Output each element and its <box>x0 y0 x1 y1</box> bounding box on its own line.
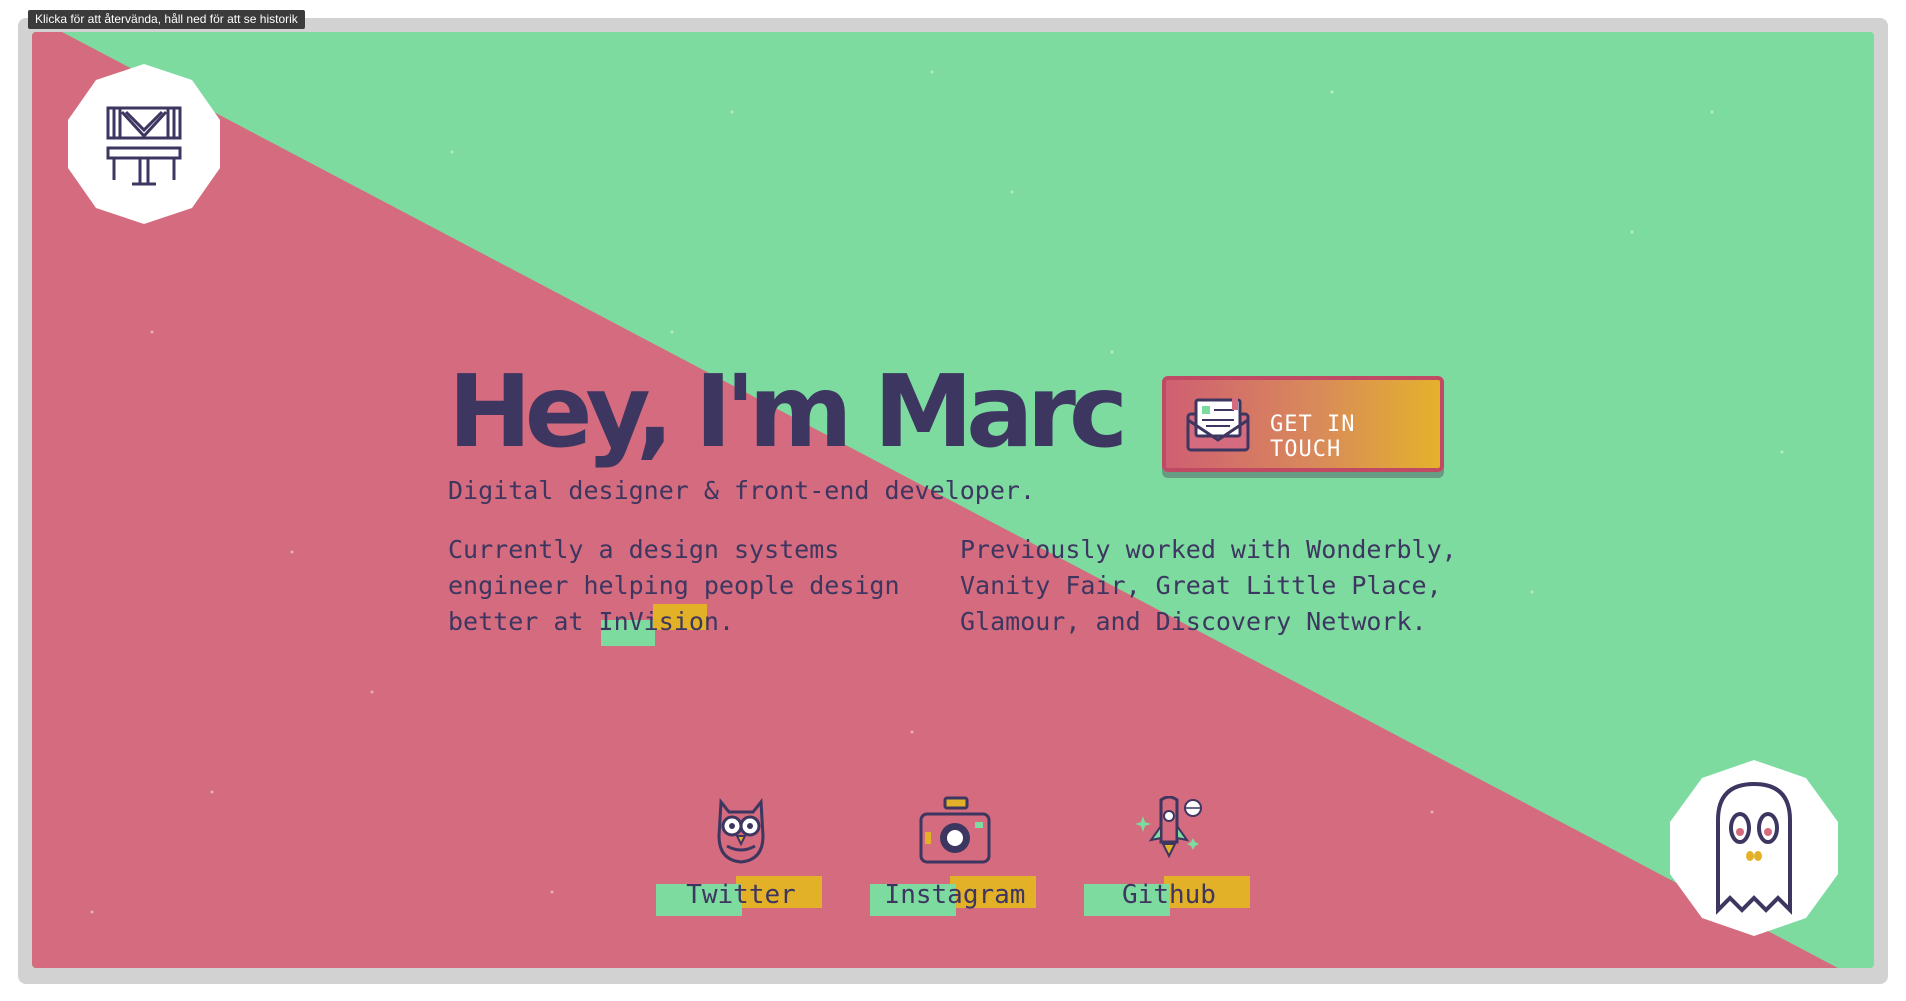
ghost-icon <box>1670 760 1838 936</box>
envelope-icon <box>1186 398 1250 452</box>
owl-icon <box>717 798 765 864</box>
company-name: InVision <box>598 607 719 636</box>
ghost-badge[interactable] <box>1666 760 1842 936</box>
current-role-end: . <box>718 607 734 636</box>
github-link[interactable]: Github <box>1084 796 1254 916</box>
github-label: Github <box>1122 880 1216 910</box>
instagram-link[interactable]: Instagram <box>870 796 1040 916</box>
rocket-icon <box>1135 796 1202 859</box>
twitter-label: Twitter <box>686 880 796 910</box>
twitter-link[interactable]: Twitter <box>656 796 826 916</box>
page-title: Hey, I'm Marc <box>448 353 1128 470</box>
camera-icon <box>919 796 991 864</box>
current-role: Currently a design systems engineer help… <box>448 532 908 646</box>
company-link[interactable]: InVision <box>598 604 719 646</box>
logo-badge[interactable] <box>64 64 224 224</box>
tagline: Digital designer & front-end developer. <box>448 476 1035 505</box>
tooltip: Klicka för att återvända, håll ned för a… <box>28 10 305 29</box>
logo-icon <box>68 64 220 224</box>
get-in-touch-button[interactable]: GET IN TOUCH <box>1162 376 1444 472</box>
instagram-label: Instagram <box>884 880 1026 910</box>
get-in-touch-label: GET IN TOUCH <box>1270 412 1356 462</box>
previous-work: Previously worked with Wonderbly, Vanity… <box>960 535 1457 636</box>
